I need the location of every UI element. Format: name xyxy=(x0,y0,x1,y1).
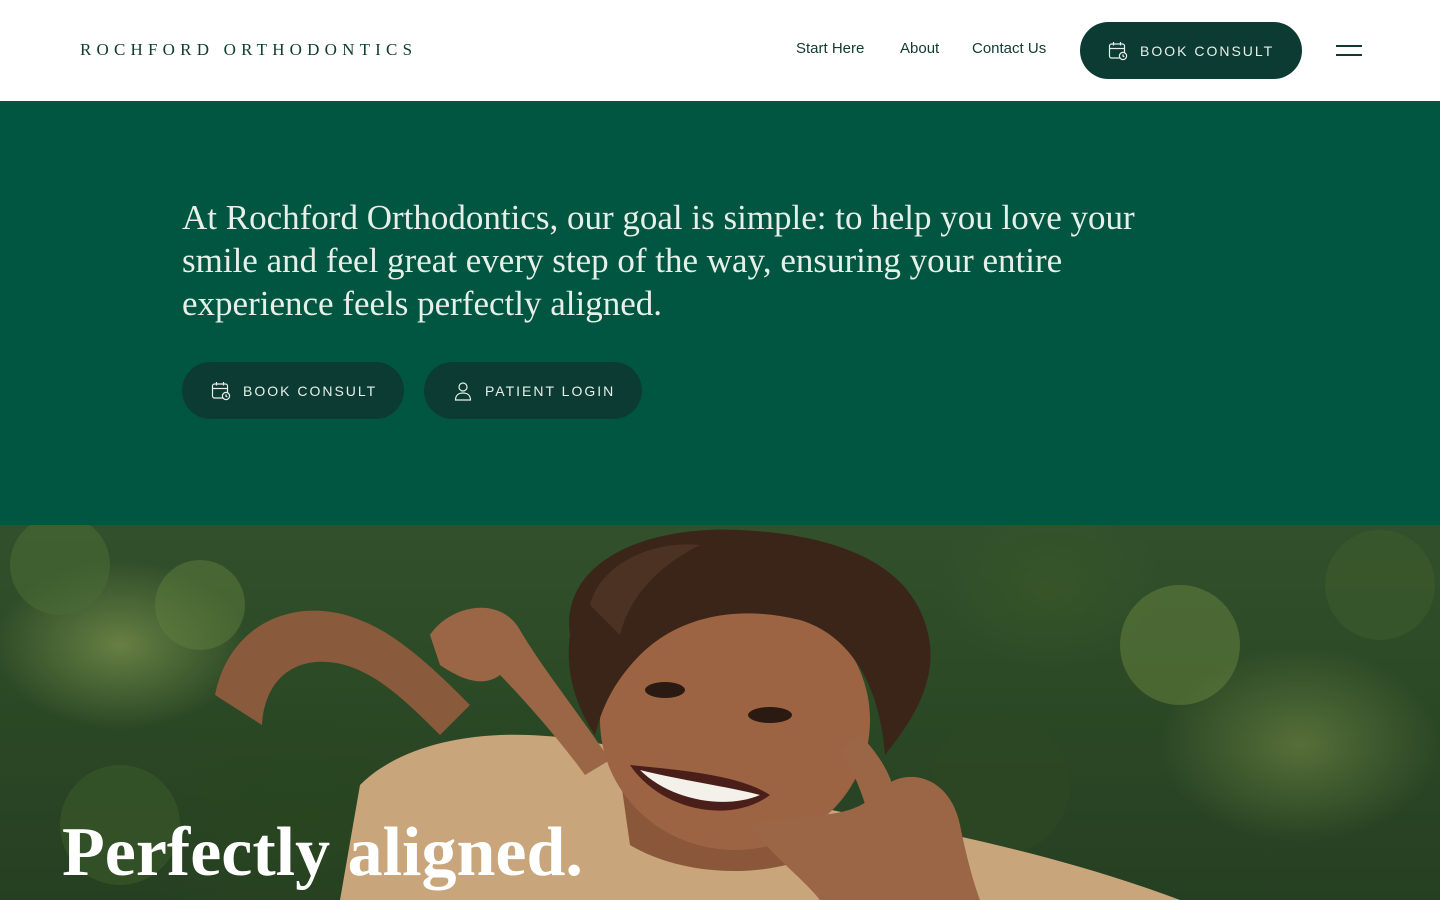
hero-photo: Perfectly aligned. xyxy=(0,525,1440,900)
hero-book-consult-label: BOOK CONSULT xyxy=(243,382,378,399)
hero-book-consult-button[interactable]: BOOK CONSULT xyxy=(182,362,404,419)
hero-statement: At Rochford Orthodontics, our goal is si… xyxy=(182,198,1135,323)
photo-headline: Perfectly aligned. xyxy=(62,814,583,891)
nav-start-here[interactable]: Start Here xyxy=(796,40,864,57)
nav-about[interactable]: About xyxy=(900,40,939,57)
nav-contact-us[interactable]: Contact Us xyxy=(972,40,1046,57)
site-header: ROCHFORD ORTHODONTICS Start Here About C… xyxy=(0,0,1440,101)
hamburger-icon[interactable] xyxy=(1336,45,1362,57)
user-icon xyxy=(453,381,473,401)
header-book-consult-label: BOOK CONSULT xyxy=(1140,42,1275,59)
hero-section: At Rochford Orthodontics, our goal is si… xyxy=(0,101,1440,525)
header-book-consult-button[interactable]: BOOK CONSULT xyxy=(1080,22,1302,79)
patient-login-button[interactable]: PATIENT LOGIN xyxy=(424,362,642,419)
calendar-icon xyxy=(211,381,231,401)
calendar-icon xyxy=(1108,41,1128,61)
site-logo[interactable]: ROCHFORD ORTHODONTICS xyxy=(80,40,417,60)
patient-login-label: PATIENT LOGIN xyxy=(485,382,616,399)
